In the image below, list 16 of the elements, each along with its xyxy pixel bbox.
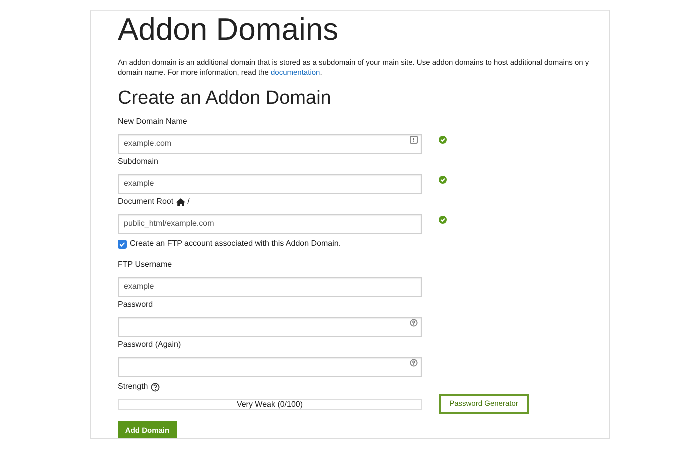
field-label: Password (Again)	[118, 340, 182, 350]
strength-label: Strength	[118, 381, 148, 393]
input-field[interactable]: public_html/example.com	[118, 214, 422, 234]
strength-reading: Very Weak (0/100)	[236, 400, 304, 408]
path-separator: /	[188, 197, 190, 207]
field-label: FTP Username	[118, 260, 172, 270]
input-field[interactable]: example.com	[118, 134, 422, 154]
input-field[interactable]: example	[118, 276, 422, 296]
field-label: Password	[118, 300, 154, 310]
field-label: Subdomain	[118, 157, 158, 167]
field-label: Document Root	[118, 197, 174, 207]
checkbox-label: Create an FTP account associated with this Addon Domain.	[130, 238, 342, 250]
page-title: Addon Domains	[118, 13, 340, 47]
field-label: New Domain Name	[118, 117, 188, 127]
input-field[interactable]: example	[118, 174, 422, 194]
form-title: Create an Addon Domain	[118, 88, 332, 110]
